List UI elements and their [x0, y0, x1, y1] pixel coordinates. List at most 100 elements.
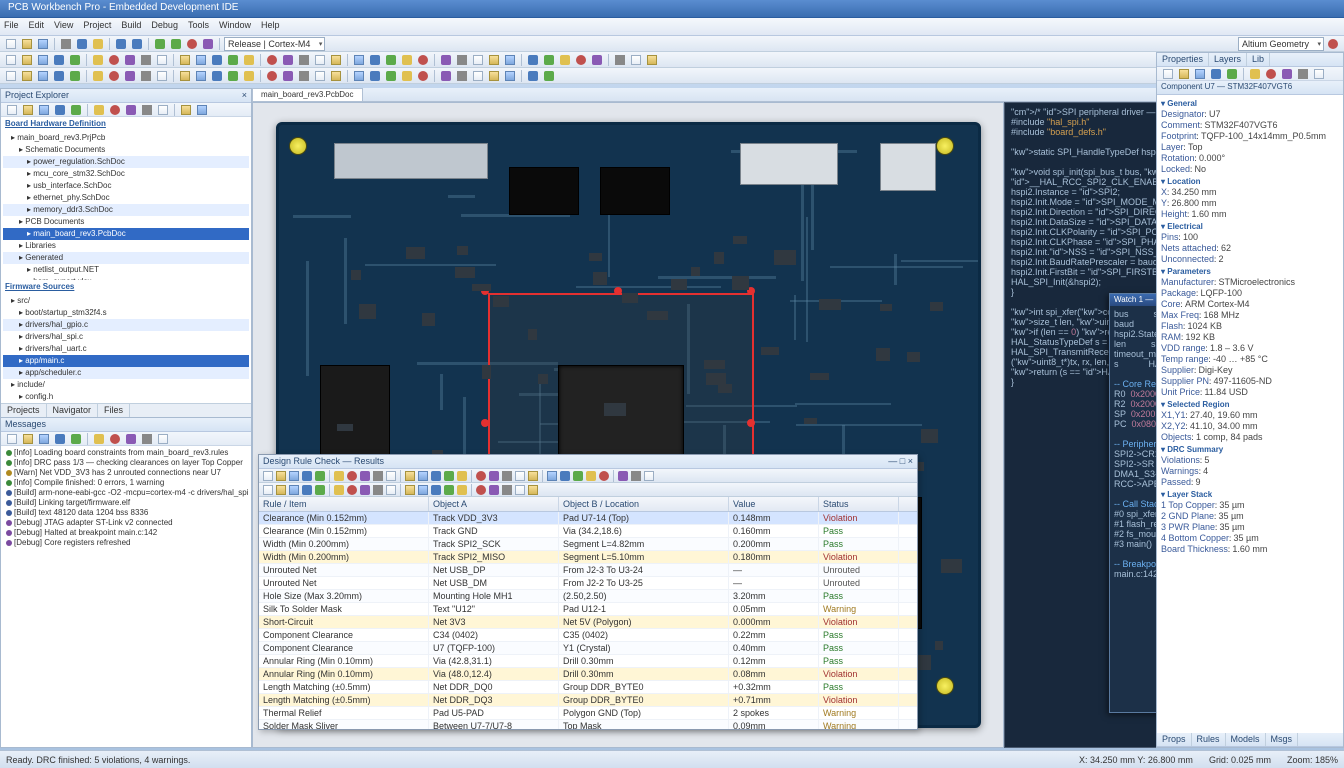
- toolbar-button[interactable]: [1209, 67, 1223, 81]
- table-row[interactable]: Hole Size (Max 3.20mm)Mounting Hole MH1(…: [259, 590, 917, 603]
- toolbar-button[interactable]: [475, 470, 487, 482]
- property-row[interactable]: VDD range: 1.8 – 3.6 V: [1161, 343, 1339, 354]
- toolbar-button[interactable]: [21, 103, 35, 117]
- tree-item[interactable]: ▸ netlist_output.NET: [3, 264, 249, 276]
- toolbar-button[interactable]: [542, 53, 556, 67]
- toolbar-button[interactable]: [275, 484, 287, 496]
- toolbar-button[interactable]: [430, 470, 442, 482]
- toolbar-button[interactable]: [585, 470, 597, 482]
- tab[interactable]: Lib: [1247, 53, 1270, 66]
- property-row[interactable]: Pins: 100: [1161, 232, 1339, 243]
- property-row[interactable]: Objects: 1 comp, 84 pads: [1161, 432, 1339, 443]
- tree-item[interactable]: ▸ Generated: [3, 252, 249, 264]
- toolbar-button[interactable]: [630, 470, 642, 482]
- toolbar-button[interactable]: [475, 484, 487, 496]
- toolbar-button[interactable]: [503, 53, 517, 67]
- undo-icon[interactable]: [114, 37, 128, 51]
- toolbar-button[interactable]: [226, 69, 240, 83]
- property-row[interactable]: Y: 26.800 mm: [1161, 198, 1339, 209]
- toolbar-button[interactable]: [1280, 67, 1294, 81]
- tree-item[interactable]: ▸ Schematic Documents: [3, 144, 249, 156]
- toolbar-button[interactable]: [139, 69, 153, 83]
- toolbar-button[interactable]: [179, 103, 193, 117]
- toolbar-button[interactable]: [68, 69, 82, 83]
- toolbar-button[interactable]: [4, 69, 18, 83]
- toolbar-button[interactable]: [194, 69, 208, 83]
- table-body[interactable]: Clearance (Min 0.152mm)Track VDD_3V3Pad …: [259, 512, 917, 729]
- toolbar-button[interactable]: [297, 53, 311, 67]
- toolbar-button[interactable]: [368, 53, 382, 67]
- toolbar-button[interactable]: [265, 69, 279, 83]
- toolbar-button[interactable]: [313, 53, 327, 67]
- tree-hardware[interactable]: ▸ main_board_rev3.PrjPcb▸ Schematic Docu…: [1, 130, 251, 280]
- toolbar-button[interactable]: [4, 53, 18, 67]
- toolbar-button[interactable]: [617, 470, 629, 482]
- toolbar-button[interactable]: [1177, 67, 1191, 81]
- property-row[interactable]: Board Thickness: 1.60 mm: [1161, 544, 1339, 555]
- toolbar-button[interactable]: [456, 470, 468, 482]
- property-row[interactable]: Unconnected: 2: [1161, 254, 1339, 265]
- toolbar-button[interactable]: [37, 432, 51, 446]
- toolbar-button[interactable]: [210, 69, 224, 83]
- toolbar-button[interactable]: [91, 69, 105, 83]
- toolbar-button[interactable]: [195, 103, 209, 117]
- toolbar-button[interactable]: [37, 103, 51, 117]
- toolbar-button[interactable]: [297, 69, 311, 83]
- toolbar-button[interactable]: [314, 470, 326, 482]
- tree-item[interactable]: ▸ app/scheduler.c: [3, 367, 249, 379]
- tree-item[interactable]: ▸ main_board_rev3.PcbDoc: [3, 228, 249, 240]
- toolbar-button[interactable]: [301, 484, 313, 496]
- toolbar-button[interactable]: [288, 484, 300, 496]
- toolbar-button[interactable]: [5, 103, 19, 117]
- toolbar-button[interactable]: [645, 53, 659, 67]
- toolbar-button[interactable]: [352, 53, 366, 67]
- property-row[interactable]: Passed: 9: [1161, 477, 1339, 488]
- toolbar-button[interactable]: [439, 53, 453, 67]
- toolbar-button[interactable]: [333, 470, 345, 482]
- toolbar-button[interactable]: [140, 103, 154, 117]
- menu-edit[interactable]: Edit: [29, 20, 45, 33]
- toolbar-button[interactable]: [301, 470, 313, 482]
- right-tabs-top[interactable]: PropertiesLayersLib: [1157, 53, 1343, 67]
- drc-results-window[interactable]: Design Rule Check — Results— □ × Rule / …: [258, 454, 918, 730]
- property-row[interactable]: Violations: 5: [1161, 455, 1339, 466]
- toolbar-button[interactable]: [416, 53, 430, 67]
- copy-icon[interactable]: [75, 37, 89, 51]
- property-row[interactable]: Locked: No: [1161, 164, 1339, 175]
- toolbar-button[interactable]: [574, 53, 588, 67]
- toolbar-button[interactable]: [359, 484, 371, 496]
- toolbar-button[interactable]: [262, 470, 274, 482]
- toolbar-button[interactable]: [178, 53, 192, 67]
- menu-help[interactable]: Help: [261, 20, 280, 33]
- toolbar-button[interactable]: [455, 53, 469, 67]
- property-row[interactable]: Height: 1.60 mm: [1161, 209, 1339, 220]
- toolbar-button[interactable]: [178, 69, 192, 83]
- toolbar-button[interactable]: [526, 53, 540, 67]
- paste-icon[interactable]: [91, 37, 105, 51]
- toolbar-button[interactable]: [514, 470, 526, 482]
- tab[interactable]: Msgs: [1266, 733, 1299, 746]
- toolbar-button[interactable]: [1264, 67, 1278, 81]
- properties-list[interactable]: ▾ GeneralDesignator: U7Comment: STM32F40…: [1157, 95, 1343, 733]
- property-row[interactable]: Designator: U7: [1161, 109, 1339, 120]
- tree-item[interactable]: ▸ app/main.c: [3, 355, 249, 367]
- toolbar-button[interactable]: [226, 53, 240, 67]
- menu-window[interactable]: Window: [219, 20, 251, 33]
- toolbar-button[interactable]: [107, 69, 121, 83]
- toolbar-button[interactable]: [385, 484, 397, 496]
- toolbar-button[interactable]: [417, 484, 429, 496]
- toolbar-button[interactable]: [91, 53, 105, 67]
- toolbar-button[interactable]: [123, 69, 137, 83]
- menu-tools[interactable]: Tools: [188, 20, 209, 33]
- toolbar-button[interactable]: [92, 103, 106, 117]
- property-row[interactable]: Layer: Top: [1161, 142, 1339, 153]
- build-icon[interactable]: [153, 37, 167, 51]
- run-icon[interactable]: [169, 37, 183, 51]
- redo-icon[interactable]: [130, 37, 144, 51]
- toolbar-button[interactable]: [487, 69, 501, 83]
- toolbar-button[interactable]: [488, 484, 500, 496]
- toolbar-button[interactable]: [430, 484, 442, 496]
- toolbar-button[interactable]: [107, 53, 121, 67]
- toolbar-button[interactable]: [629, 53, 643, 67]
- tree-item[interactable]: ▸ mcu_core_stm32.SchDoc: [3, 168, 249, 180]
